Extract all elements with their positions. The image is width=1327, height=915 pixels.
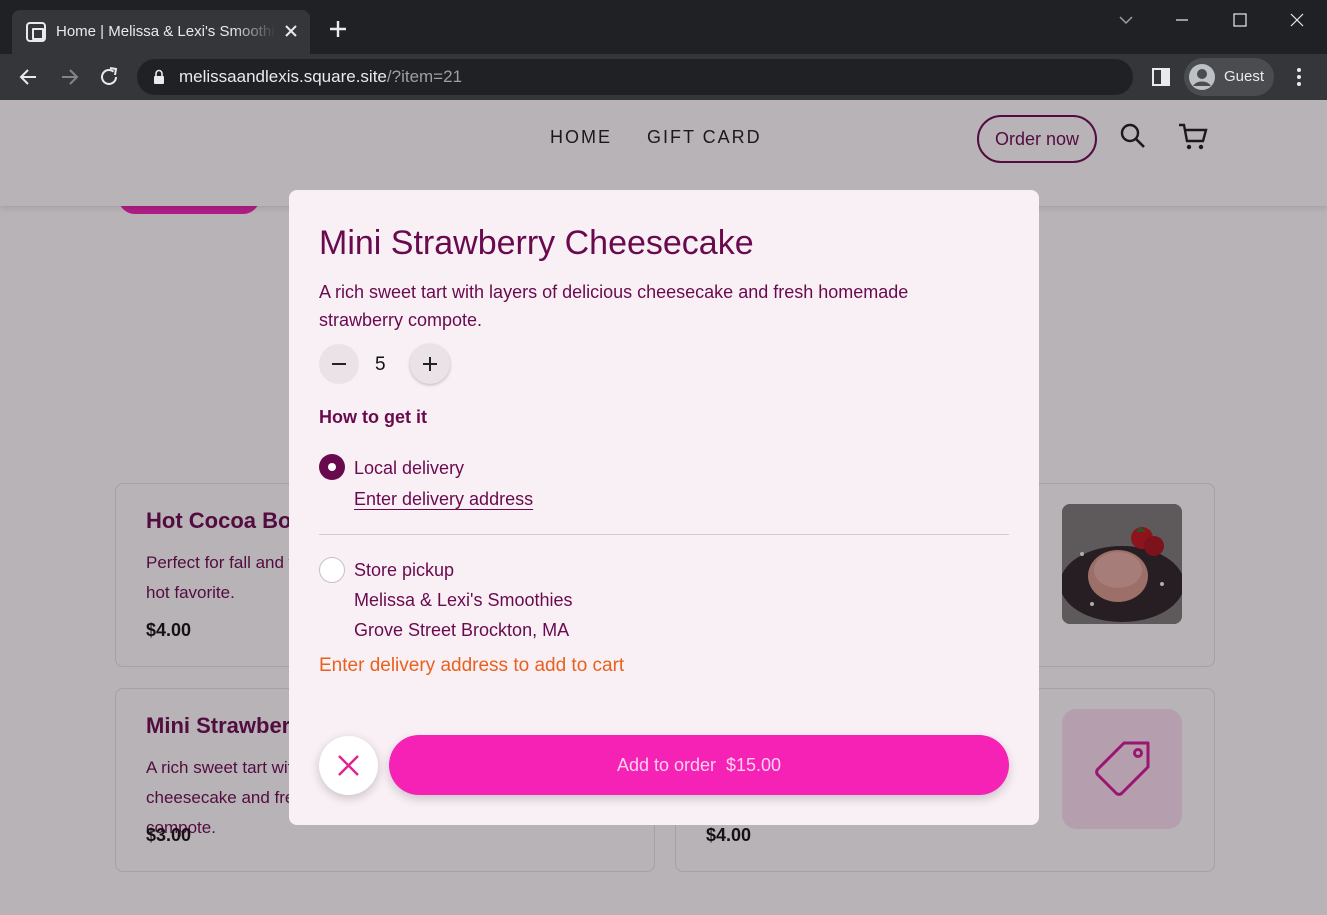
error-message: Enter delivery address to add to cart [319,655,625,676]
new-tab-plus-icon[interactable] [326,18,350,42]
quantity-value: 5 [375,354,386,375]
close-icon [338,755,359,776]
forward-arrow-icon[interactable] [56,64,82,90]
url-host: melissaandlexis.square.site [179,67,387,86]
minimize-icon[interactable] [1168,8,1196,32]
divider [319,534,1009,535]
tab-title: Home | Melissa & Lexi's Smoothies [56,23,276,40]
page-content: HOME GIFT CARD Order now Hot Cocoa Bomb … [0,100,1327,915]
add-to-order-button[interactable]: Add to order $15.00 [389,735,1009,795]
profile-button[interactable]: Guest [1184,58,1274,96]
store-address: Grove Street Brockton, MA [354,620,570,640]
local-delivery-label[interactable]: Local delivery [354,458,464,479]
back-arrow-icon[interactable] [16,64,42,90]
reload-icon[interactable] [96,64,122,90]
url-text: melissaandlexis.square.site/?item=21 [179,67,462,87]
close-window-icon[interactable] [1283,8,1311,32]
modal-description: A rich sweet tart with layers of delicio… [319,282,909,330]
browser-tab-strip: Home | Melissa & Lexi's Smoothies [0,0,1327,54]
store-pickup-radio[interactable] [319,557,345,583]
quantity-decrease-button[interactable] [319,344,359,384]
address-bar[interactable]: melissaandlexis.square.site/?item=21 [137,59,1133,95]
chevron-down-icon[interactable] [1112,8,1140,32]
lock-icon [153,69,165,85]
side-panel-icon[interactable] [1150,66,1172,88]
local-delivery-radio[interactable] [319,454,345,480]
kebab-menu-icon[interactable] [1290,66,1308,88]
modal-title: Mini Strawberry Cheesecake [319,224,754,262]
url-path: /?item=21 [386,67,463,86]
browser-toolbar: melissaandlexis.square.site/?item=21 Gue… [0,54,1327,100]
item-modal: Mini Strawberry Cheesecake A rich sweet … [289,190,1039,825]
close-modal-button[interactable] [319,736,378,795]
avatar-icon [1188,63,1216,91]
browser-tab[interactable]: Home | Melissa & Lexi's Smoothies [12,10,310,54]
fulfillment-heading: How to get it [319,407,427,427]
quantity-increase-button[interactable] [410,344,450,384]
enter-delivery-address-link[interactable]: Enter delivery address [354,489,533,510]
maximize-icon[interactable] [1226,8,1254,32]
square-logo-icon [26,22,46,42]
tab-close-icon[interactable] [282,21,300,41]
profile-name: Guest [1224,68,1265,85]
store-pickup-label[interactable]: Store pickup [354,560,454,581]
store-name: Melissa & Lexi's Smoothies [354,590,573,610]
